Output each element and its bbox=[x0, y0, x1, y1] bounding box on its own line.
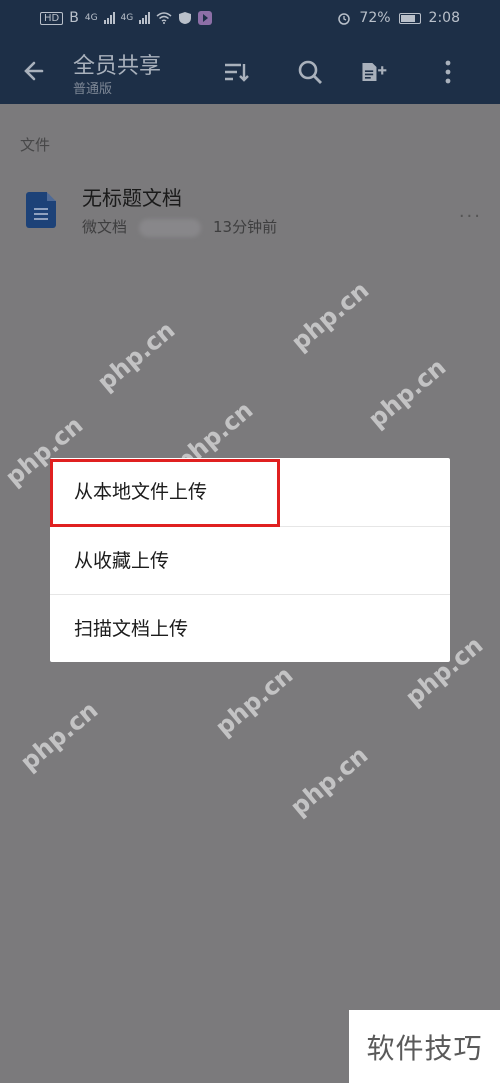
upload-menu: 从本地文件上传 从收藏上传 扫描文档上传 bbox=[50, 458, 450, 662]
app-bar: 全员共享 普通版 bbox=[0, 38, 500, 104]
signal-icon-2 bbox=[139, 12, 151, 24]
status-right: 72% 2:08 bbox=[337, 10, 460, 26]
wifi-icon bbox=[156, 12, 172, 24]
watermark-text: php.cn bbox=[285, 740, 374, 822]
section-label: 文件 bbox=[20, 136, 51, 154]
file-more-button[interactable]: ··· bbox=[459, 206, 482, 227]
back-arrow-icon[interactable] bbox=[20, 56, 50, 86]
file-meta: 微文档 13分钟前 bbox=[82, 216, 277, 237]
page-subtitle: 普通版 bbox=[73, 82, 113, 97]
status-left: HD B 4G 4G bbox=[40, 10, 213, 26]
redacted-owner bbox=[139, 218, 202, 237]
signal-label-1: 4G bbox=[84, 13, 98, 23]
battery-icon bbox=[398, 12, 421, 24]
new-document-icon[interactable] bbox=[360, 58, 388, 86]
battery-percent: 72% bbox=[359, 10, 391, 26]
page-title: 全员共享 bbox=[73, 54, 162, 79]
watermark-text: php.cn bbox=[363, 352, 452, 434]
sort-icon[interactable] bbox=[222, 58, 250, 86]
watermark-text: php.cn bbox=[210, 660, 299, 742]
more-vertical-icon[interactable] bbox=[434, 58, 462, 86]
corner-watermark-badge: 软件技巧 bbox=[349, 1010, 500, 1083]
file-name: 无标题文档 bbox=[82, 186, 182, 210]
alarm-icon bbox=[338, 13, 351, 25]
file-time: 13分钟前 bbox=[213, 218, 278, 236]
signal-icon bbox=[103, 12, 115, 24]
watermark-text: php.cn bbox=[286, 275, 375, 357]
watermark-text: php.cn bbox=[15, 695, 104, 777]
document-icon bbox=[26, 192, 56, 228]
search-icon[interactable] bbox=[296, 58, 324, 86]
menu-item-upload-favorites[interactable]: 从收藏上传 bbox=[50, 526, 450, 594]
file-list-item[interactable]: 无标题文档 微文档 13分钟前 ··· bbox=[0, 170, 500, 250]
shield-app-icon bbox=[179, 12, 192, 24]
menu-item-scan-upload[interactable]: 扫描文档上传 bbox=[50, 594, 450, 662]
app-notification-icon bbox=[198, 11, 213, 25]
hd-badge: HD bbox=[40, 11, 64, 25]
signal-label-2: 4G bbox=[120, 13, 134, 23]
clock: 2:08 bbox=[428, 10, 460, 26]
watermark-text: php.cn bbox=[92, 315, 181, 397]
network-sub: B bbox=[69, 10, 79, 26]
status-bar: HD B 4G 4G 72% 2:08 bbox=[0, 0, 500, 38]
menu-item-upload-local[interactable]: 从本地文件上传 bbox=[50, 458, 450, 526]
file-type: 微文档 bbox=[82, 218, 128, 236]
